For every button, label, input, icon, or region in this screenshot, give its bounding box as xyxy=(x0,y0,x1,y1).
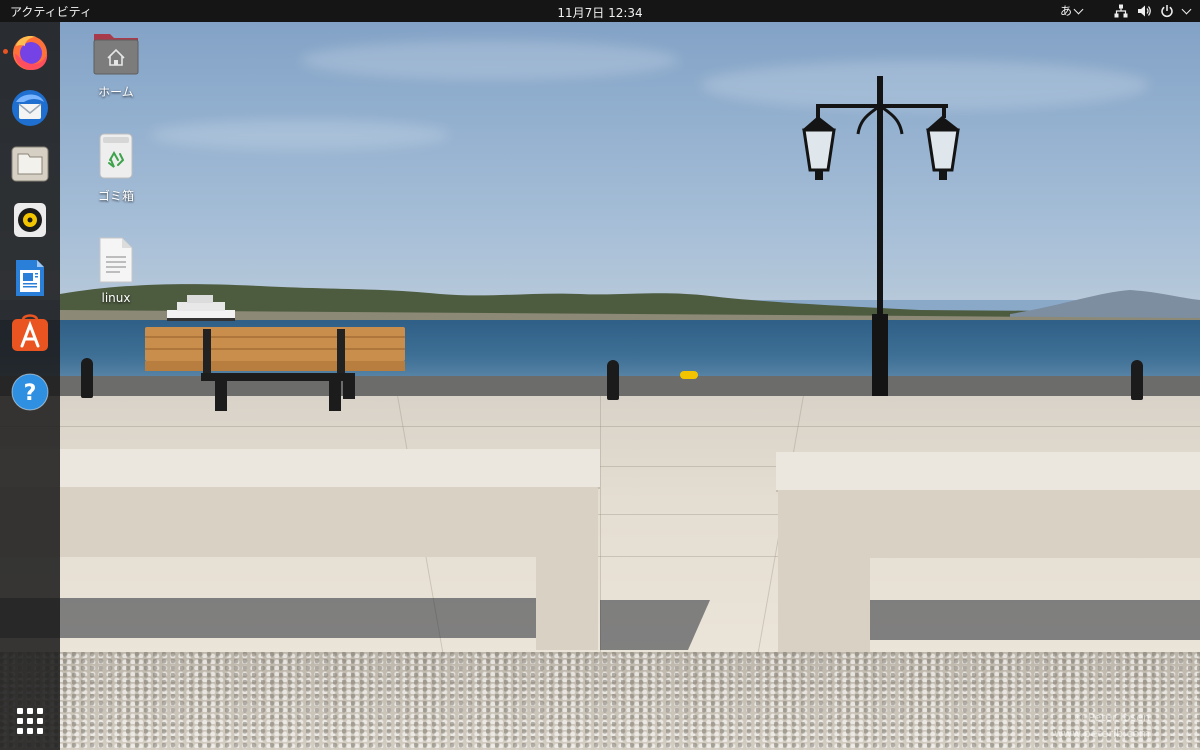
network-wired-icon xyxy=(1114,4,1128,17)
rhythmbox-icon xyxy=(14,203,46,237)
software-icon xyxy=(12,314,48,351)
clock-button[interactable]: 11月7日 12:34 xyxy=(557,6,642,20)
dock-files[interactable] xyxy=(10,144,50,184)
wallpaper-bollard xyxy=(607,360,619,400)
dock: ? xyxy=(0,22,60,750)
wallpaper-wooden-bench xyxy=(145,327,405,411)
chevron-down-icon xyxy=(1073,4,1084,14)
system-menu[interactable] xyxy=(1114,4,1192,18)
desktop-icon-label: ホーム xyxy=(98,85,134,99)
desktop-icon-label: ゴミ箱 xyxy=(97,189,134,203)
wallpaper-bench-shadow xyxy=(870,600,1200,640)
wallpaper-cloud xyxy=(150,120,450,150)
home-folder-icon xyxy=(93,34,139,75)
wallpaper-watermark: © Peter Ibsen www.peterib.com xyxy=(1054,710,1150,742)
dock-thunderbird[interactable] xyxy=(10,88,50,128)
svg-text:?: ? xyxy=(24,381,37,406)
watermark-line: www.peterib.com xyxy=(1054,727,1150,740)
input-method-label: あ xyxy=(1059,4,1072,18)
dock-libreoffice-writer[interactable] xyxy=(10,258,50,298)
thunderbird-icon xyxy=(12,90,48,126)
trash-icon xyxy=(99,133,133,179)
dock-firefox[interactable] xyxy=(10,32,50,72)
top-bar: アクティビティ 11月7日 12:34 あ xyxy=(0,0,1200,22)
dock-rhythmbox[interactable] xyxy=(10,200,50,240)
desktop-icon-trash[interactable]: ゴミ箱 xyxy=(80,132,152,204)
power-icon xyxy=(1161,4,1173,17)
watermark-line: © Peter Ibsen xyxy=(1073,711,1150,724)
wallpaper-bench-shadow xyxy=(0,598,536,638)
wallpaper-stone-bench-right xyxy=(778,490,1200,558)
text-file-icon xyxy=(99,237,133,283)
wallpaper-buoy xyxy=(680,371,698,379)
wallpaper-bollard xyxy=(81,358,93,398)
writer-icon xyxy=(16,260,44,296)
wallpaper-stone-bench-right-leg xyxy=(778,550,870,652)
desktop-wallpaper: © Peter Ibsen www.peterib.com xyxy=(0,0,1200,750)
wallpaper-stone-bench-right-top xyxy=(776,452,1200,490)
desktop-icon-home[interactable]: ホーム xyxy=(80,30,152,100)
desktop-icon-linux-file[interactable]: linux xyxy=(80,236,152,305)
wallpaper-pebbles xyxy=(0,652,1200,750)
desktop-icon-label: linux xyxy=(101,291,131,305)
system-tray: あ xyxy=(1059,2,1192,19)
wallpaper-cloud xyxy=(300,40,680,80)
wallpaper-street-lamp xyxy=(802,76,960,396)
dock-ubuntu-software[interactable] xyxy=(10,314,50,354)
help-icon: ? xyxy=(11,373,49,411)
running-indicator xyxy=(3,49,8,54)
input-method-menu[interactable]: あ xyxy=(1059,2,1084,19)
clock-container: 11月7日 12:34 xyxy=(0,4,1200,21)
show-applications-button[interactable] xyxy=(17,708,43,734)
wallpaper-stone-bench-left-leg xyxy=(536,550,598,650)
volume-icon xyxy=(1138,5,1151,16)
files-icon xyxy=(11,146,49,182)
activities-button[interactable]: アクティビティ xyxy=(10,3,92,20)
chevron-down-icon xyxy=(1181,4,1192,14)
wallpaper-bollard xyxy=(1131,360,1143,400)
wallpaper-stone-bench-left-top xyxy=(0,449,600,487)
dock-help[interactable]: ? xyxy=(10,372,50,412)
wallpaper-stone-bench-left xyxy=(0,487,598,557)
firefox-icon xyxy=(13,36,48,70)
grid-icon xyxy=(17,708,23,714)
wallpaper-ferry xyxy=(167,295,235,321)
